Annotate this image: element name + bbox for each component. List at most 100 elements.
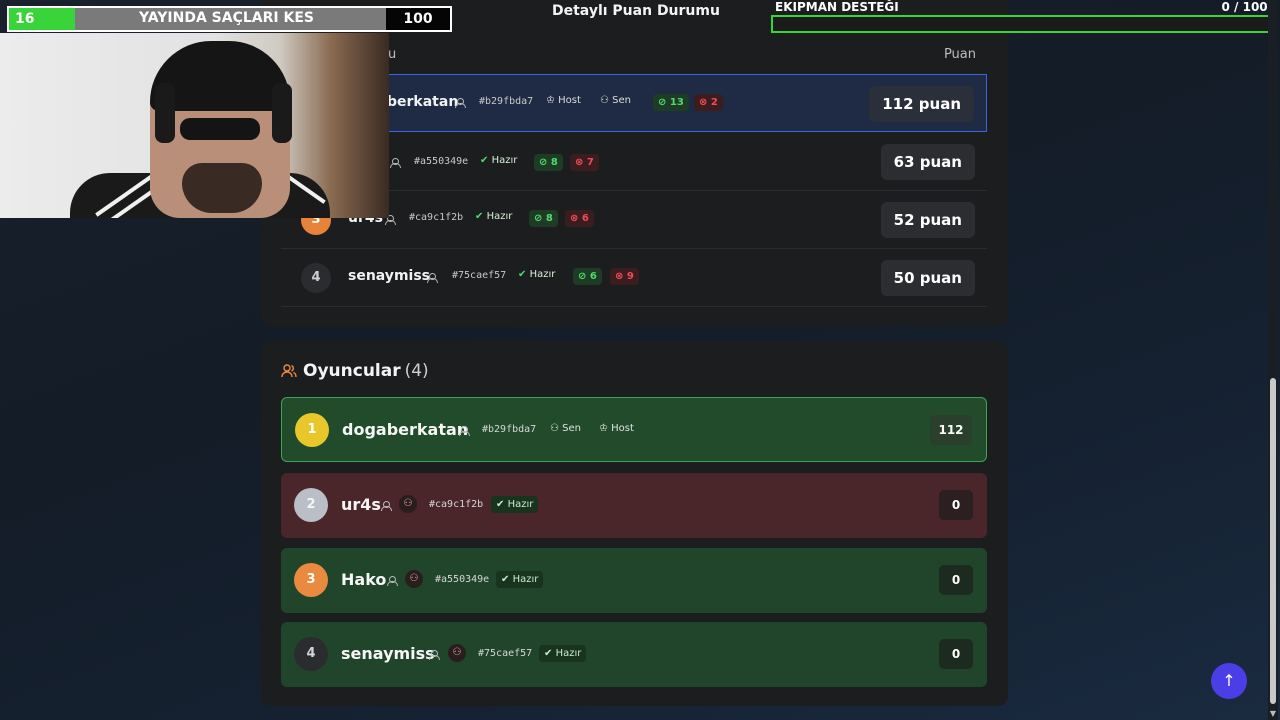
check-circle-icon: ✔ xyxy=(544,648,556,659)
correct-count-badge: ⊘ 6 xyxy=(573,268,602,285)
webcam-beard xyxy=(182,163,262,213)
player-tag: #b29fbda7 xyxy=(479,96,534,107)
check-circle-icon: ⊘ xyxy=(534,213,546,224)
rank-badge: 1 xyxy=(295,413,329,447)
wrong-count-badge: ⊗ 9 xyxy=(610,268,639,285)
check-circle-icon: ✔ xyxy=(496,499,508,510)
player-name: ur4s xyxy=(341,495,381,514)
users-icon xyxy=(281,364,297,378)
wrong-count-badge: ⊗ 7 xyxy=(570,154,599,171)
user-plus-icon[interactable]: ⚇ xyxy=(448,644,466,662)
user-icon xyxy=(390,158,401,168)
user-plus-icon[interactable]: ⚇ xyxy=(399,495,417,513)
webcam-overlay xyxy=(0,33,389,218)
ready-chip: ✔ Hazır xyxy=(496,571,544,588)
x-circle-icon: ⊗ xyxy=(615,271,627,282)
ready-chip: ✔ Hazır xyxy=(518,269,556,280)
points-value: 52 puan xyxy=(880,202,975,238)
ready-chip: ✔ Hazır xyxy=(539,645,587,662)
player-card[interactable]: 4 senaymiss ⚇ #75caef57 ✔ Hazır 0 xyxy=(281,622,987,687)
check-circle-icon: ⊘ xyxy=(539,157,551,168)
player-score: 0 xyxy=(939,639,973,669)
ready-chip: ✔ Hazır xyxy=(480,155,518,166)
player-tag: #ca9c1f2b xyxy=(429,499,484,510)
player-card[interactable]: 2 ur4s ⚇ #ca9c1f2b ✔ Hazır 0 xyxy=(281,473,987,538)
players-heading-label: Oyuncular xyxy=(303,361,401,381)
goal-count: 16 xyxy=(9,8,75,30)
ready-chip: ✔ Hazır xyxy=(475,211,513,222)
player-score: 0 xyxy=(939,565,973,595)
page-scrollbar[interactable] xyxy=(1268,0,1278,720)
player-tag: #ca9c1f2b xyxy=(409,212,464,223)
player-tag: #75caef57 xyxy=(452,270,507,281)
check-icon: ✔ xyxy=(518,269,530,280)
check-circle-icon: ⊘ xyxy=(658,97,670,108)
x-circle-icon: ⊗ xyxy=(699,97,711,108)
user-icon xyxy=(381,501,392,511)
scrollbar-thumb[interactable] xyxy=(1270,378,1276,704)
check-icon: ✔ xyxy=(475,211,487,222)
user-plus-icon[interactable]: ⚇ xyxy=(405,570,423,588)
user-icon xyxy=(427,273,438,283)
player-tag: #a550349e xyxy=(414,156,469,167)
crown-icon: ♔ xyxy=(599,423,612,434)
points-value: 50 puan xyxy=(880,260,975,296)
goal-bar: 16 YAYINDA SAÇLARI KES 100 xyxy=(7,6,452,32)
x-circle-icon: ⊗ xyxy=(570,213,582,224)
rank-badge: 2 xyxy=(294,488,328,522)
player-name: dogaberkatan xyxy=(342,420,469,439)
rank-badge: 4 xyxy=(301,263,331,293)
player-card[interactable]: 3 Hako ⚇ #a550349e ✔ Hazır 0 xyxy=(281,548,987,613)
host-chip: ♔ Host xyxy=(599,423,634,434)
ready-chip: ✔ Hazır xyxy=(491,496,539,513)
player-name: senaymiss xyxy=(348,268,430,284)
scroll-to-top-button[interactable]: ↑ xyxy=(1211,663,1247,699)
score-row[interactable]: 4 senaymiss #75caef57 ✔ Hazır ⊘ 6 ⊗ 9 50… xyxy=(281,249,987,307)
column-header-player: u xyxy=(388,47,397,62)
host-chip: ♔ Host xyxy=(546,95,581,106)
you-chip: ⚇ Sen xyxy=(600,95,631,106)
user-icon xyxy=(387,576,398,586)
arrow-up-icon: ↑ xyxy=(1222,671,1236,690)
you-chip: ⚇ Sen xyxy=(550,423,581,434)
check-circle-icon: ✔ xyxy=(501,574,513,585)
player-tag: #75caef57 xyxy=(478,648,533,659)
headphone-left xyxy=(155,83,175,143)
players-count: (4) xyxy=(404,361,429,381)
player-score: 0 xyxy=(939,490,973,520)
wrong-count-badge: ⊗ 2 xyxy=(694,94,723,111)
crown-icon: ♔ xyxy=(546,95,559,106)
check-circle-icon: ⊘ xyxy=(578,271,590,282)
user-icon xyxy=(459,426,470,436)
points-value: 112 puan xyxy=(869,86,974,122)
correct-count-badge: ⊘ 8 xyxy=(534,154,563,171)
player-name: berkatan xyxy=(387,94,459,110)
check-icon: ✔ xyxy=(480,155,492,166)
correct-count-badge: ⊘ 8 xyxy=(529,210,558,227)
webcam-glasses xyxy=(180,118,260,140)
user-icon: ⚇ xyxy=(550,423,563,434)
scroll-down-arrow-icon[interactable]: ▼ xyxy=(1270,709,1276,718)
correct-count-badge: ⊘ 13 xyxy=(653,94,689,111)
players-heading: Oyuncular (4) xyxy=(303,361,429,381)
user-icon: ⚇ xyxy=(600,95,613,106)
player-name: senaymiss xyxy=(341,644,435,663)
headphone-right xyxy=(272,83,292,143)
user-icon xyxy=(429,650,440,660)
goal-label: YAYINDA SAÇLARI KES xyxy=(139,10,314,26)
column-header-points: Puan xyxy=(943,47,976,62)
user-icon xyxy=(455,98,466,108)
rank-badge: 3 xyxy=(294,563,328,597)
points-value: 63 puan xyxy=(880,144,975,180)
player-tag: #b29fbda7 xyxy=(482,424,537,435)
player-name: Hako xyxy=(341,570,387,589)
rank-badge: 4 xyxy=(294,637,328,671)
player-tag: #a550349e xyxy=(435,574,490,585)
x-circle-icon: ⊗ xyxy=(575,157,587,168)
goal-value: 100 xyxy=(386,8,450,30)
player-score: 112 xyxy=(930,415,972,445)
support-label: EKIPMAN DESTEĞI xyxy=(775,0,899,14)
player-card[interactable]: 1 dogaberkatan #b29fbda7 ⚇ Sen ♔ Host 11… xyxy=(281,397,987,462)
support-progress-bar xyxy=(771,15,1278,33)
wrong-count-badge: ⊗ 6 xyxy=(565,210,594,227)
